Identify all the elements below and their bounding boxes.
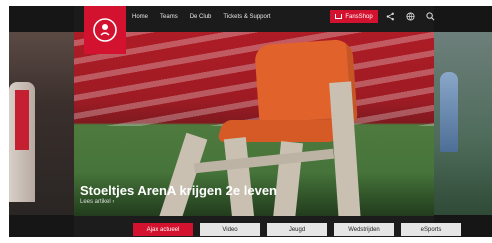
search-icon[interactable] [425,11,435,21]
ajax-logo[interactable] [84,6,126,54]
stadium-seats [74,22,434,126]
top-icons [385,11,435,21]
chair-crossbar [193,148,335,174]
tab-esports[interactable]: eSports [401,223,461,236]
right-preview-image[interactable] [434,32,492,215]
tab-video[interactable]: Video [200,223,260,236]
tab-jeugd[interactable]: Jeugd [267,223,327,236]
cart-icon [335,14,343,19]
globe-icon[interactable] [405,11,415,21]
nav-home[interactable]: Home [132,14,148,20]
fanshop-label: FansShop [345,13,373,20]
hero-headline[interactable]: Stoeltjes ArenA krijgen 2e leven [80,183,277,198]
main-nav: Home Teams De Club Tickets & Support [132,6,271,28]
tab-ajax-actueel[interactable]: Ajax actueel [133,223,193,236]
nav-tickets-support[interactable]: Tickets & Support [223,14,270,20]
fanshop-button[interactable]: FansShop [330,10,378,23]
right-player-figure [440,72,458,152]
read-more-link[interactable]: Lees artikel › [80,199,114,205]
nav-teams[interactable]: Teams [160,14,178,20]
category-tabs: Ajax actueel Video Jeugd Wedstrijden eSp… [133,223,461,236]
left-player-shirt [15,90,29,150]
tab-wedstrijden[interactable]: Wedstrijden [334,223,394,236]
ajax-crest-icon [93,18,117,42]
left-preview-image[interactable] [9,32,75,215]
category-bar: Ajax actueel Video Jeugd Wedstrijden eSp… [74,216,461,237]
share-icon[interactable] [385,11,395,21]
nav-de-club[interactable]: De Club [190,14,212,20]
top-navigation: Home Teams De Club Tickets & Support Fan… [74,6,435,54]
